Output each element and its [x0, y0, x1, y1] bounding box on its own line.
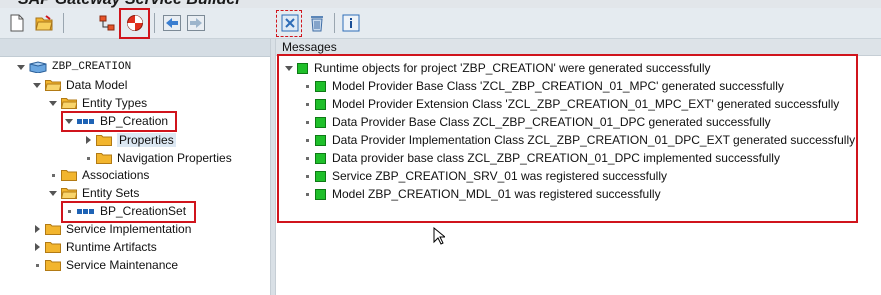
tree-node-entity-types[interactable]: Entity Types	[48, 94, 147, 112]
window-title: SAP Gateway Service Builder	[18, 0, 242, 8]
new-document-icon	[10, 14, 24, 32]
bullet-icon	[48, 170, 58, 180]
new-document-button[interactable]	[6, 12, 28, 34]
messages-highlight-box	[277, 54, 858, 223]
mouse-cursor-icon	[433, 227, 445, 245]
back-arrow-icon	[163, 15, 181, 31]
toolbar-separator	[154, 13, 155, 33]
hierarchy-button[interactable]	[96, 12, 118, 34]
tree-label: Service Maintenance	[66, 258, 179, 272]
window-title-bar: SAP Gateway Service Builder	[0, 0, 881, 8]
bullet-icon	[83, 153, 93, 163]
open-folder-icon	[35, 15, 53, 31]
project-tree-pane: ZBP_CREATION Data Model Entity Types BP_…	[0, 39, 270, 295]
close-messages-focus-box	[276, 10, 302, 37]
info-button[interactable]	[340, 12, 362, 34]
folder-icon	[45, 242, 61, 253]
tree-label: ZBP_CREATION	[52, 61, 132, 73]
tree-node-properties[interactable]: Properties	[83, 131, 176, 149]
trash-icon	[311, 16, 323, 32]
tree-label: Associations	[82, 168, 150, 182]
tree-label: Data Model	[66, 78, 128, 92]
expand-icon[interactable]	[83, 135, 93, 145]
tree-label: Entity Types	[82, 96, 148, 110]
folder-icon	[45, 260, 61, 271]
tree-label: Properties	[117, 133, 176, 147]
tree-node-navigation-properties[interactable]: Navigation Properties	[83, 149, 232, 167]
delete-button[interactable]	[306, 12, 328, 34]
expand-icon[interactable]	[32, 224, 42, 234]
folder-icon	[96, 153, 112, 164]
project-icon	[29, 61, 47, 73]
open-project-button[interactable]	[33, 12, 55, 34]
tree-node-entity-sets[interactable]: Entity Sets	[48, 184, 139, 202]
back-button[interactable]	[161, 12, 183, 34]
toolbar-separator	[334, 13, 335, 33]
tree-node-service-maintenance[interactable]: Service Maintenance	[32, 256, 178, 274]
tree-node-root[interactable]: ZBP_CREATION	[16, 58, 131, 76]
tree-label: Navigation Properties	[117, 151, 232, 165]
tree-node-runtime-artifacts[interactable]: Runtime Artifacts	[32, 238, 157, 256]
tree-label: Entity Sets	[82, 186, 140, 200]
collapse-icon[interactable]	[32, 80, 42, 90]
tree-header	[0, 39, 270, 57]
tree-label: Runtime Artifacts	[66, 240, 157, 254]
collapse-icon[interactable]	[16, 62, 26, 72]
messages-pane: Messages Runtime objects for project 'ZB…	[276, 39, 881, 295]
collapse-icon[interactable]	[48, 98, 58, 108]
forward-button[interactable]	[185, 12, 207, 34]
generate-highlight-box	[119, 8, 150, 39]
tree-node-data-model[interactable]: Data Model	[32, 76, 127, 94]
bp-creation-highlight-box	[61, 111, 177, 132]
hierarchy-icon	[99, 15, 115, 31]
folder-icon	[45, 224, 61, 235]
collapse-icon[interactable]	[48, 188, 58, 198]
info-icon	[342, 14, 360, 32]
toolbar-separator	[63, 13, 64, 33]
expand-icon[interactable]	[32, 242, 42, 252]
open-folder-icon	[61, 188, 77, 199]
application-toolbar	[0, 8, 881, 39]
tree-node-associations[interactable]: Associations	[48, 166, 149, 184]
open-folder-icon	[45, 80, 61, 91]
folder-icon	[96, 135, 112, 146]
bullet-icon	[32, 260, 42, 270]
open-folder-icon	[61, 98, 77, 109]
forward-arrow-icon	[187, 15, 205, 31]
folder-icon	[61, 170, 77, 181]
tree-node-service-implementation[interactable]: Service Implementation	[32, 220, 191, 238]
tree-label: Service Implementation	[66, 222, 192, 236]
